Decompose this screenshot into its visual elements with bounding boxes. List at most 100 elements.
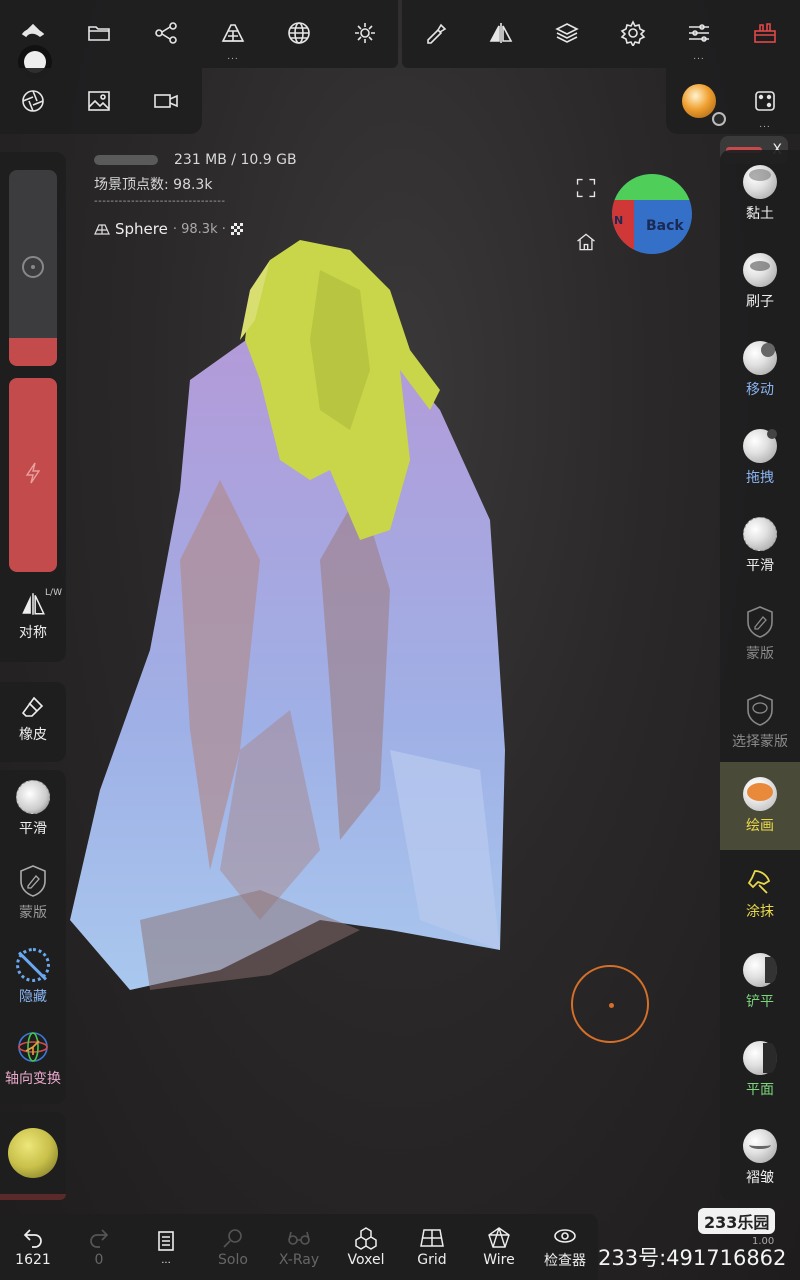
tool-brush-label: 刷子 [746,294,774,310]
image-icon[interactable] [66,68,132,134]
wire-button[interactable]: Wire [466,1214,532,1280]
top-toolbar-right-row2: ... [666,68,800,134]
intensity-slider[interactable] [9,378,57,572]
voxel-icon [355,1227,377,1250]
gizmo-face-label: Back [646,218,684,234]
tool-move[interactable]: 移动 [720,326,800,414]
material-preview[interactable] [8,1128,58,1178]
tool-paint-label: 绘画 [746,818,774,834]
aperture-icon[interactable] [0,68,66,134]
xray-button[interactable]: X-Ray [266,1214,332,1280]
tool-plane[interactable]: 平面 [720,1026,800,1114]
dice-icon[interactable]: ... [732,68,798,134]
sliders-icon[interactable]: ... [666,0,732,66]
folder-icon[interactable] [66,0,132,66]
lightning-icon [25,462,41,484]
tool-plane-label: 平面 [746,1082,774,1098]
sphere-mesh-icon[interactable] [266,0,332,66]
grid-label: Grid [417,1252,447,1268]
book-icon [158,1230,174,1251]
smooth-icon [16,780,50,814]
select-mask-icon [747,694,773,726]
memory-usage: 231 MB / 10.9 GB [174,152,297,168]
mesh-count: · 98.3k · [172,221,226,237]
mesh-row[interactable]: Sphere · 98.3k · [94,220,243,238]
tool-clay[interactable]: 黏土 [720,150,800,238]
pen-tool-icon[interactable] [402,0,468,66]
target-icon [22,256,44,278]
tool-flatten-label: 铲平 [746,994,774,1010]
left-material-panel [0,1112,66,1200]
smooth-icon [743,517,777,551]
right-tool-panel: 黏土 刷子 移动 拖拽 平滑 蒙版 选择蒙版 绘画 涂抹 铲平 平面 褶皱 [720,150,800,1200]
tool-mask[interactable]: 蒙版 [720,590,800,678]
redo-button[interactable]: 0 [66,1214,132,1280]
grid-button[interactable]: Grid [399,1214,465,1280]
tool-crease[interactable]: 褶皱 [720,1114,800,1202]
voxel-button[interactable]: Voxel [333,1214,399,1280]
smudge-icon [747,870,771,894]
history-button[interactable]: ... [133,1214,199,1280]
symmetry-toggle[interactable]: L/W 对称 [0,588,66,642]
tool-smooth-label: 平滑 [746,558,774,574]
fullscreen-icon[interactable] [572,174,600,202]
video-camera-icon[interactable] [133,68,199,134]
plane-icon [743,1041,777,1075]
inspector-button[interactable]: 检查器 [532,1214,598,1280]
solo-label: Solo [218,1252,248,1268]
tool-select-mask[interactable]: 选择蒙版 [720,678,800,766]
sun-icon[interactable] [332,0,398,66]
mesh-icon [94,224,110,235]
left-slider-panel: L/W 对称 [0,152,66,662]
xray-icon [288,1231,310,1245]
left-tools-panel: 平滑 蒙版 隐藏 轴向变换 [0,770,66,1104]
tool-brush[interactable]: 刷子 [720,238,800,326]
gear-small-icon [712,112,726,126]
move-icon [743,341,777,375]
solo-button[interactable]: Solo [200,1214,266,1280]
top-toolbar-left: ... [0,0,398,79]
top-toolbar-left-row2 [0,68,202,134]
left-tool-hide[interactable]: 隐藏 [0,948,66,1006]
home-icon[interactable] [572,228,600,256]
left-tool-gizmo[interactable]: 轴向变换 [0,1030,66,1088]
grid-icon [420,1229,444,1247]
orientation-cube[interactable]: N Back [612,174,692,254]
left-tool-mask[interactable]: 蒙版 [0,864,66,922]
left-tool-gizmo-label: 轴向变换 [5,1071,61,1087]
solo-icon [223,1229,242,1248]
redo-count: 0 [94,1252,104,1268]
topology-more: ... [227,52,239,62]
inspector-label: 检查器 [544,1253,586,1269]
gizmo-side-label: N [614,214,624,227]
viewport-model[interactable] [60,230,520,1010]
flatten-icon [743,953,777,987]
tool-smudge[interactable]: 涂抹 [720,850,800,938]
tool-mask-label: 蒙版 [746,646,774,662]
left-tool-smooth-label: 平滑 [19,821,47,837]
tool-select-mask-label: 选择蒙版 [732,734,788,750]
topology-icon[interactable]: ... [200,0,266,66]
undo-button[interactable]: 1621 [0,1214,66,1280]
symmetry-label: 对称 [19,625,47,641]
material-ball-icon[interactable] [666,68,732,134]
gear-icon[interactable] [600,0,666,66]
eraser-button[interactable]: 橡皮 [0,694,66,744]
tool-drag[interactable]: 拖拽 [720,414,800,502]
tool-paint[interactable]: 绘画 [720,762,800,850]
tool-smooth[interactable]: 平滑 [720,502,800,590]
brush-cursor [571,965,649,1043]
toolbox-icon[interactable] [732,0,798,66]
tool-smudge-label: 涂抹 [746,904,774,920]
layers-icon[interactable] [534,0,600,66]
eraser-label: 橡皮 [19,727,47,743]
left-tool-smooth[interactable]: 平滑 [0,780,66,838]
sliders-more: ... [693,52,705,62]
symmetry-icon[interactable] [468,0,534,66]
tool-flatten[interactable]: 铲平 [720,938,800,1026]
scene-graph-icon[interactable] [133,0,199,66]
brush-icon [743,253,777,287]
undo-count: 1621 [15,1252,51,1268]
radius-slider[interactable] [9,170,57,366]
watermark-logo: 233乐园 [698,1208,776,1234]
